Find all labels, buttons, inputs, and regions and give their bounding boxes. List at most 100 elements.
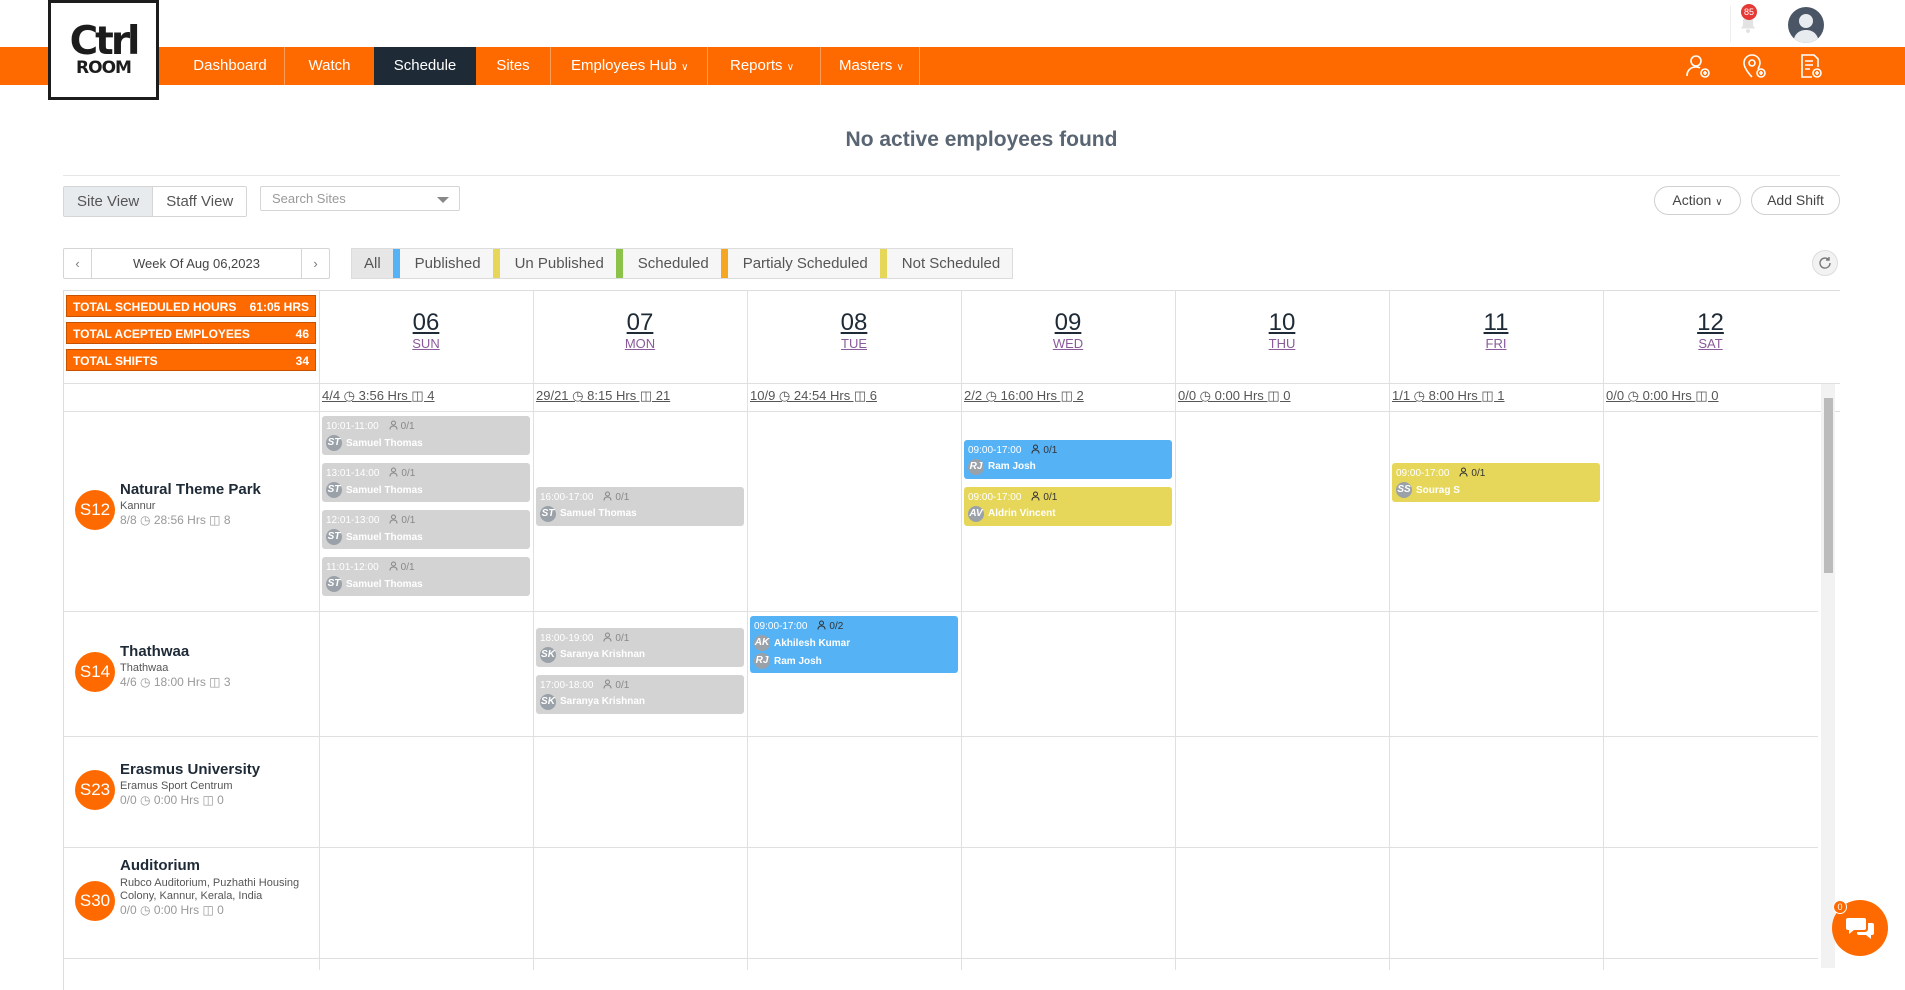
day-header[interactable]: 11 FRI [1389, 290, 1603, 383]
shift-card[interactable]: 09:00-17:00 0/1 AV Aldrin Vincent [964, 486, 1172, 526]
column-divider [1603, 290, 1604, 970]
day-header[interactable]: 06 SUN [319, 290, 533, 383]
main-nav: Dashboard Watch Schedule Sites Employees… [0, 47, 1905, 85]
shift-employee[interactable]: SS Sourag S [1396, 481, 1596, 499]
shift-time: 13:01-14:00 [326, 468, 380, 479]
shift-card[interactable]: 16:00-17:00 0/1 ST Samuel Thomas [536, 486, 744, 526]
total-value: 46 [295, 327, 309, 341]
shift-card[interactable]: 09:00-17:00 0/2 AK Akhilesh Kumar RJ Ram Josh [750, 616, 958, 673]
search-sites-select[interactable]: Search Sites [260, 186, 460, 211]
chevron-down-icon: ∨ [681, 62, 689, 73]
day-header[interactable]: 12 SAT [1603, 290, 1818, 383]
user-avatar[interactable] [1788, 7, 1824, 43]
nav-watch[interactable]: Watch [285, 47, 374, 85]
shift-time-row: 18:00-19:00 0/1 [540, 631, 740, 646]
employee-initials: SS [1396, 482, 1412, 498]
shift-employee[interactable]: ST Samuel Thomas [540, 505, 740, 523]
day-header[interactable]: 10 THU [1175, 290, 1389, 383]
day-date: 07 [626, 309, 654, 336]
add-site-button[interactable] [1739, 51, 1769, 81]
add-shift-button[interactable]: Add Shift [1751, 186, 1840, 215]
shift-employee[interactable]: SK Saranya Krishnan [540, 693, 740, 711]
site-view-button[interactable]: Site View [64, 187, 153, 216]
shift-card[interactable]: 10:01-11:00 0/1 ST Samuel Thomas [322, 416, 530, 455]
site-code-badge: S30 [75, 881, 115, 921]
nav-schedule[interactable]: Schedule [374, 47, 476, 85]
shift-employee[interactable]: RJ Ram Josh [968, 458, 1168, 476]
employee-name: Saranya Krishnan [560, 696, 646, 708]
filter-published[interactable]: Published [392, 249, 493, 278]
day-header[interactable]: 08 TUE [747, 290, 961, 383]
shift-time: 10:01-11:00 [326, 421, 379, 432]
shift-time: 11:01-12:00 [326, 562, 379, 573]
filter-scheduled[interactable]: Scheduled [615, 249, 721, 278]
day-date: 08 [840, 309, 868, 336]
scrollbar-thumb[interactable] [1824, 398, 1833, 573]
site-name: Auditorium [120, 857, 200, 874]
employee-name: Aldrin Vincent [988, 508, 1056, 519]
vertical-scrollbar[interactable] [1821, 384, 1835, 968]
shift-card[interactable]: 09:00-17:00 0/1 RJ Ram Josh [964, 439, 1172, 479]
shift-time: 16:00-17:00 [540, 491, 594, 503]
filter-label: All [364, 255, 381, 272]
day-summary[interactable]: 1/1 ◷ 8:00 Hrs ◫ 1 [1392, 388, 1505, 404]
row-divider [63, 958, 1818, 959]
day-header[interactable]: 07 MON [533, 290, 747, 383]
shift-employee[interactable]: RJ Ram Josh [754, 652, 954, 670]
shift-time-row: 11:01-12:00 0/1 [326, 560, 526, 575]
person-icon [603, 679, 612, 692]
shift-employee[interactable]: ST Samuel Thomas [326, 481, 526, 499]
site-code-badge: S12 [75, 490, 115, 530]
refresh-button[interactable] [1812, 250, 1838, 276]
week-label[interactable]: Week Of Aug 06,2023 [91, 249, 302, 278]
day-summary[interactable]: 4/4 ◷ 3:56 Hrs ◫ 4 [322, 388, 435, 404]
nav-sites[interactable]: Sites [476, 47, 550, 85]
shift-time-row: 09:00-17:00 0/2 [754, 619, 954, 634]
nav-masters[interactable]: Masters ∨ [821, 47, 919, 85]
notification-count-badge: 85 [1741, 4, 1757, 20]
shift-card[interactable]: 18:00-19:00 0/1 SK Saranya Krishnan [536, 627, 744, 667]
total-label: TOTAL SHIFTS [73, 354, 158, 368]
site-location: Thathwaa [120, 662, 169, 674]
day-summary[interactable]: 10/9 ◷ 24:54 Hrs ◫ 6 [750, 388, 877, 404]
filter-partialy-scheduled[interactable]: Partialy Scheduled [720, 249, 880, 278]
day-summary[interactable]: 0/0 ◷ 0:00 Hrs ◫ 0 [1606, 388, 1719, 404]
shift-card[interactable]: 17:00-18:00 0/1 SK Saranya Krishnan [536, 674, 744, 714]
shift-assigned-count: 0/1 [615, 491, 630, 503]
total-value: 34 [295, 354, 309, 368]
filter-not-scheduled[interactable]: Not Scheduled [879, 249, 1012, 278]
day-summary[interactable]: 2/2 ◷ 16:00 Hrs ◫ 2 [964, 388, 1084, 404]
add-document-icon [1801, 54, 1822, 78]
shift-employee[interactable]: AV Aldrin Vincent [968, 505, 1168, 523]
shift-card[interactable]: 13:01-14:00 0/1 ST Samuel Thomas [322, 463, 530, 502]
day-header[interactable]: 09 WED [961, 290, 1175, 383]
ctrlroom-logo[interactable]: Ctrl ROOM [48, 0, 159, 100]
shift-employee[interactable]: ST Samuel Thomas [326, 528, 526, 546]
shift-time: 09:00-17:00 [754, 621, 808, 632]
next-week-button[interactable]: › [302, 249, 329, 278]
shift-employee[interactable]: AK Akhilesh Kumar [754, 634, 954, 652]
site-location: Kannur [120, 500, 156, 512]
filter-un-published[interactable]: Un Published [492, 249, 616, 278]
action-dropdown[interactable]: Action ∨ [1654, 186, 1741, 215]
filter-label: Scheduled [637, 255, 709, 272]
shift-card[interactable]: 12:01-13:00 0/1 ST Samuel Thomas [322, 510, 530, 549]
add-user-button[interactable] [1683, 51, 1713, 81]
add-report-button[interactable] [1795, 51, 1825, 81]
shift-employee[interactable]: ST Samuel Thomas [326, 434, 526, 452]
nav-reports[interactable]: Reports ∨ [708, 47, 820, 85]
nav-dashboard[interactable]: Dashboard [176, 47, 284, 85]
shift-employee[interactable]: SK Saranya Krishnan [540, 646, 740, 664]
shift-time-row: 12:01-13:00 0/1 [326, 513, 526, 528]
user-avatar-icon [1793, 14, 1819, 43]
nav-employees-hub-label: Employees Hub [571, 57, 677, 74]
filter-all[interactable]: All [352, 249, 393, 278]
shift-employee[interactable]: ST Samuel Thomas [326, 575, 526, 593]
day-summary[interactable]: 0/0 ◷ 0:00 Hrs ◫ 0 [1178, 388, 1291, 404]
nav-employees-hub[interactable]: Employees Hub ∨ [551, 47, 707, 85]
shift-card[interactable]: 11:01-12:00 0/1 ST Samuel Thomas [322, 557, 530, 596]
staff-view-button[interactable]: Staff View [152, 187, 246, 216]
day-summary[interactable]: 29/21 ◷ 8:15 Hrs ◫ 21 [536, 388, 670, 404]
prev-week-button[interactable]: ‹ [64, 249, 91, 278]
shift-card[interactable]: 09:00-17:00 0/1 SS Sourag S [1392, 463, 1600, 502]
